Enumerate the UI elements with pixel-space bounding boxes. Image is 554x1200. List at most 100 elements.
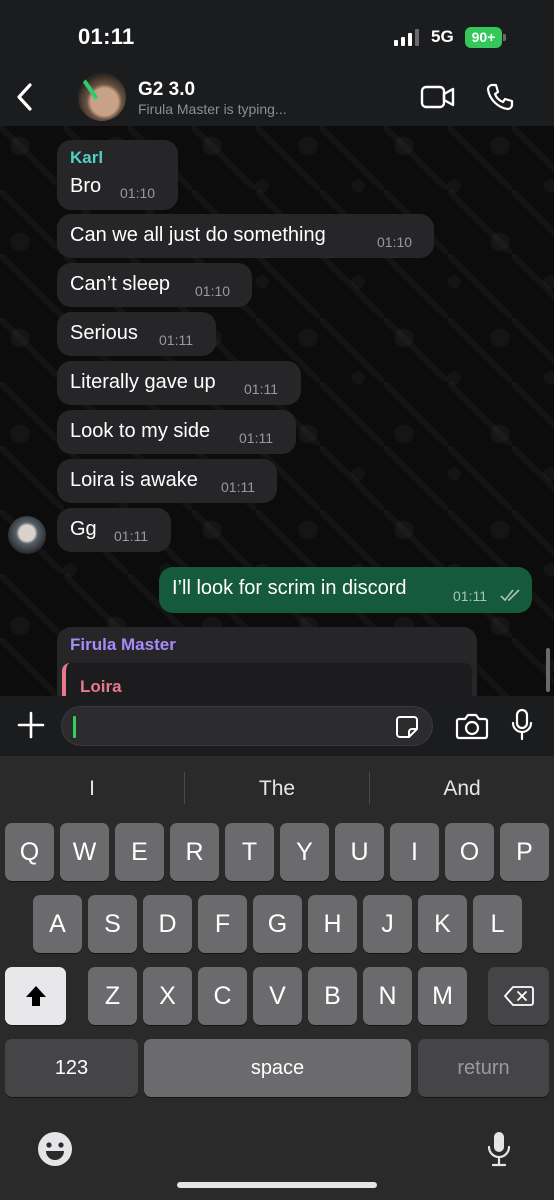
space-key[interactable]: space (144, 1039, 411, 1097)
text-cursor (73, 716, 76, 738)
key-t[interactable]: T (225, 823, 274, 881)
message-list[interactable]: Karl Bro 01:10 Can we all just do someth… (0, 126, 554, 696)
plus-icon (17, 711, 45, 739)
key-x[interactable]: X (143, 967, 192, 1025)
key-p[interactable]: P (500, 823, 549, 881)
message-bubble[interactable]: Loira is awake 01:11 (57, 459, 277, 503)
typing-indicator: Firula Master is typing... (138, 101, 287, 117)
key-z[interactable]: Z (88, 967, 137, 1025)
message-bubble[interactable]: Firula Master Loira (57, 627, 477, 696)
attach-button[interactable] (16, 710, 46, 740)
shift-key[interactable] (5, 967, 66, 1025)
message-bubble[interactable]: Gg 01:11 (57, 508, 171, 552)
group-avatar[interactable] (78, 73, 126, 121)
key-h[interactable]: H (308, 895, 357, 953)
emoji-keyboard-button[interactable] (37, 1131, 73, 1167)
message-time: 01:11 (159, 332, 193, 348)
key-i[interactable]: I (390, 823, 439, 881)
message-text: Look to my side (70, 420, 211, 442)
home-indicator[interactable] (177, 1182, 377, 1188)
microphone-icon (487, 1132, 511, 1167)
key-l[interactable]: L (473, 895, 522, 953)
suggestion-3[interactable]: And (370, 772, 554, 806)
sender-name: Firula Master (70, 635, 176, 654)
back-button[interactable] (12, 80, 40, 114)
keyboard: I The And Q W E R T Y U I O P A S D F G … (0, 756, 554, 1200)
voice-call-button[interactable] (485, 82, 515, 112)
key-s[interactable]: S (88, 895, 137, 953)
delete-key[interactable] (488, 967, 549, 1025)
key-r[interactable]: R (170, 823, 219, 881)
chevron-left-icon (17, 83, 32, 111)
key-b[interactable]: B (308, 967, 357, 1025)
key-g[interactable]: G (253, 895, 302, 953)
camera-button[interactable] (455, 712, 489, 740)
key-a[interactable]: A (33, 895, 82, 953)
key-e[interactable]: E (115, 823, 164, 881)
battery-indicator: 90+ (465, 27, 506, 48)
dictation-button[interactable] (486, 1130, 512, 1168)
quoted-message[interactable]: Loira (62, 663, 472, 696)
message-time: 01:11 (239, 430, 273, 446)
key-o[interactable]: O (445, 823, 494, 881)
video-call-button[interactable] (420, 84, 456, 110)
key-f[interactable]: F (198, 895, 247, 953)
read-receipt-icon (500, 589, 520, 602)
scrollbar[interactable] (546, 648, 550, 692)
camera-icon (455, 713, 489, 740)
message-time: 01:11 (453, 588, 487, 604)
key-n[interactable]: N (363, 967, 412, 1025)
message-text: Can we all just do something (70, 224, 326, 246)
suggestion-2[interactable]: The (185, 772, 369, 806)
sticker-icon (396, 716, 418, 738)
message-bubble[interactable]: Can we all just do something 01:10 (57, 214, 434, 258)
key-j[interactable]: J (363, 895, 412, 953)
numbers-key[interactable]: 123 (5, 1039, 138, 1097)
key-q[interactable]: Q (5, 823, 54, 881)
key-v[interactable]: V (253, 967, 302, 1025)
key-d[interactable]: D (143, 895, 192, 953)
microphone-icon (511, 708, 533, 741)
message-time: 01:11 (114, 528, 148, 544)
message-text: Literally gave up (70, 371, 216, 393)
return-key[interactable]: return (418, 1039, 549, 1097)
sticker-button[interactable] (395, 715, 419, 739)
network-type: 5G (431, 27, 454, 46)
status-time: 01:11 (78, 24, 135, 49)
quoted-sender-name: Loira (80, 677, 122, 696)
key-y[interactable]: Y (280, 823, 329, 881)
shift-arrow-icon (25, 986, 46, 1006)
message-bubble[interactable]: Can’t sleep 01:10 (57, 263, 252, 307)
phone-icon (486, 83, 514, 111)
chat-header: 01:11 5G 90+ G2 3.0 Firula Master is typ… (0, 0, 554, 126)
key-c[interactable]: C (198, 967, 247, 1025)
message-time: 01:10 (195, 283, 231, 299)
video-camera-icon (420, 85, 455, 109)
key-u[interactable]: U (335, 823, 384, 881)
chat-title[interactable]: G2 3.0 (138, 79, 195, 101)
message-text: Gg (70, 518, 97, 540)
avatar[interactable] (8, 516, 46, 554)
key-m[interactable]: M (418, 967, 467, 1025)
outgoing-message-bubble[interactable]: I’ll look for scrim in discord 01:11 (159, 567, 532, 613)
message-input[interactable] (61, 706, 433, 746)
key-w[interactable]: W (60, 823, 109, 881)
signal-strength-icon (394, 29, 419, 46)
message-time: 01:10 (377, 234, 413, 250)
message-text: Serious (70, 322, 138, 344)
message-bubble[interactable]: Karl Bro 01:10 (57, 140, 178, 210)
message-time: 01:11 (244, 381, 278, 397)
emoji-icon (38, 1132, 72, 1166)
message-text: Bro (70, 175, 102, 197)
key-k[interactable]: K (418, 895, 467, 953)
suggestion-1[interactable]: I (0, 772, 184, 806)
message-bubble[interactable]: Literally gave up 01:11 (57, 361, 301, 405)
voice-message-button[interactable] (510, 708, 534, 742)
message-bubble[interactable]: Look to my side 01:11 (57, 410, 296, 454)
composer-bar (0, 696, 554, 756)
backspace-icon (503, 986, 534, 1006)
message-text: Loira is awake (70, 469, 198, 491)
sender-name: Karl (70, 148, 104, 167)
message-bubble[interactable]: Serious 01:11 (57, 312, 216, 356)
message-time: 01:11 (221, 479, 255, 495)
